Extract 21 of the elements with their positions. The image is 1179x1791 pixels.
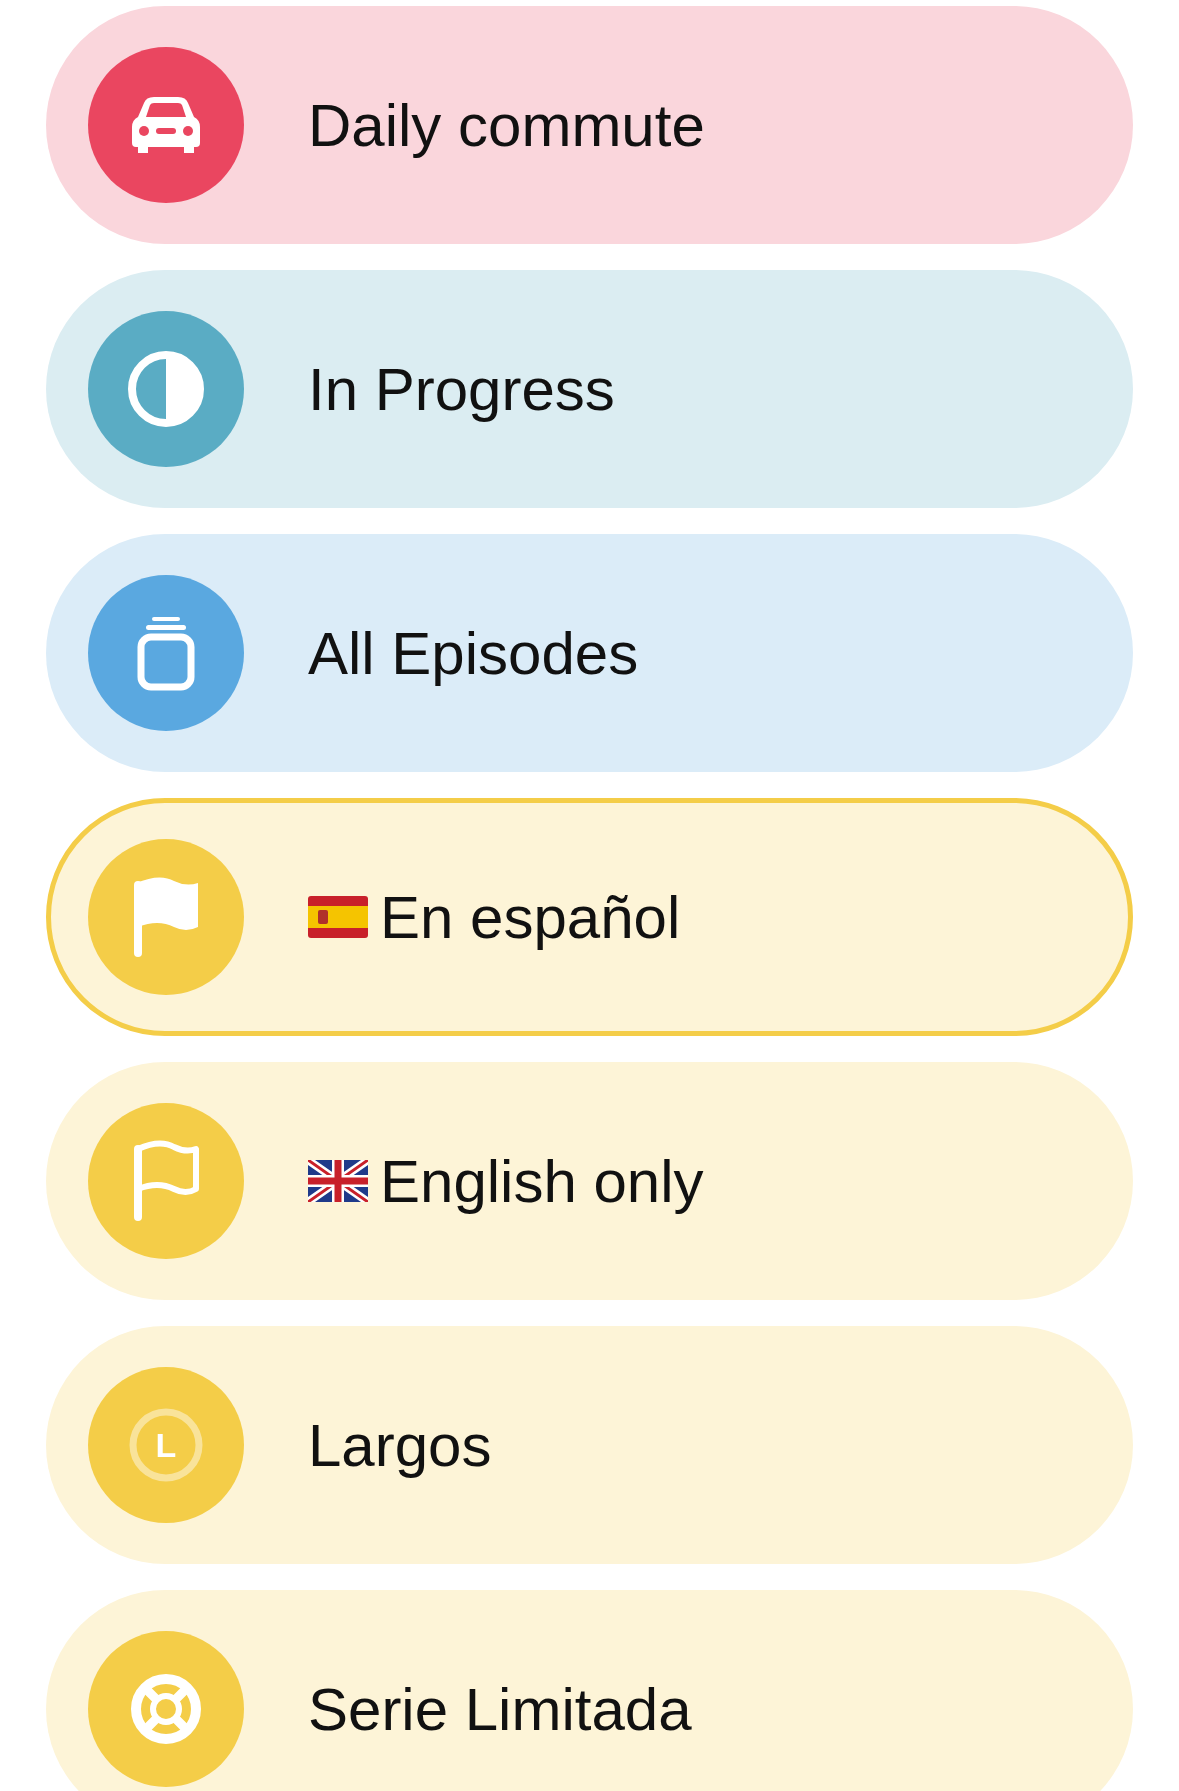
ring-icon bbox=[127, 1406, 205, 1484]
filter-row[interactable]: Serie Limitada bbox=[46, 1590, 1133, 1791]
filter-row[interactable]: En español bbox=[46, 798, 1133, 1036]
filter-label: Serie Limitada bbox=[308, 1674, 692, 1744]
filter-row[interactable]: Daily commute bbox=[46, 6, 1133, 244]
icon-letter: L bbox=[155, 1428, 177, 1462]
filter-row[interactable]: In Progress bbox=[46, 270, 1133, 508]
contrast-icon bbox=[127, 350, 205, 428]
spain-flag-icon bbox=[308, 896, 368, 938]
car-icon bbox=[130, 95, 202, 155]
filter-label: En español bbox=[380, 882, 681, 952]
filter-label: In Progress bbox=[308, 354, 615, 424]
filter-label: Largos bbox=[308, 1410, 492, 1480]
stack-icon bbox=[136, 615, 196, 691]
filter-label: All Episodes bbox=[308, 618, 639, 688]
filter-row[interactable]: All Episodes bbox=[46, 534, 1133, 772]
uk-flag-icon bbox=[308, 1160, 368, 1202]
filter-row[interactable]: L Largos bbox=[46, 1326, 1133, 1564]
filter-label: English only bbox=[380, 1146, 704, 1216]
filter-row[interactable]: English only bbox=[46, 1062, 1133, 1300]
filter-label: Daily commute bbox=[308, 90, 705, 160]
